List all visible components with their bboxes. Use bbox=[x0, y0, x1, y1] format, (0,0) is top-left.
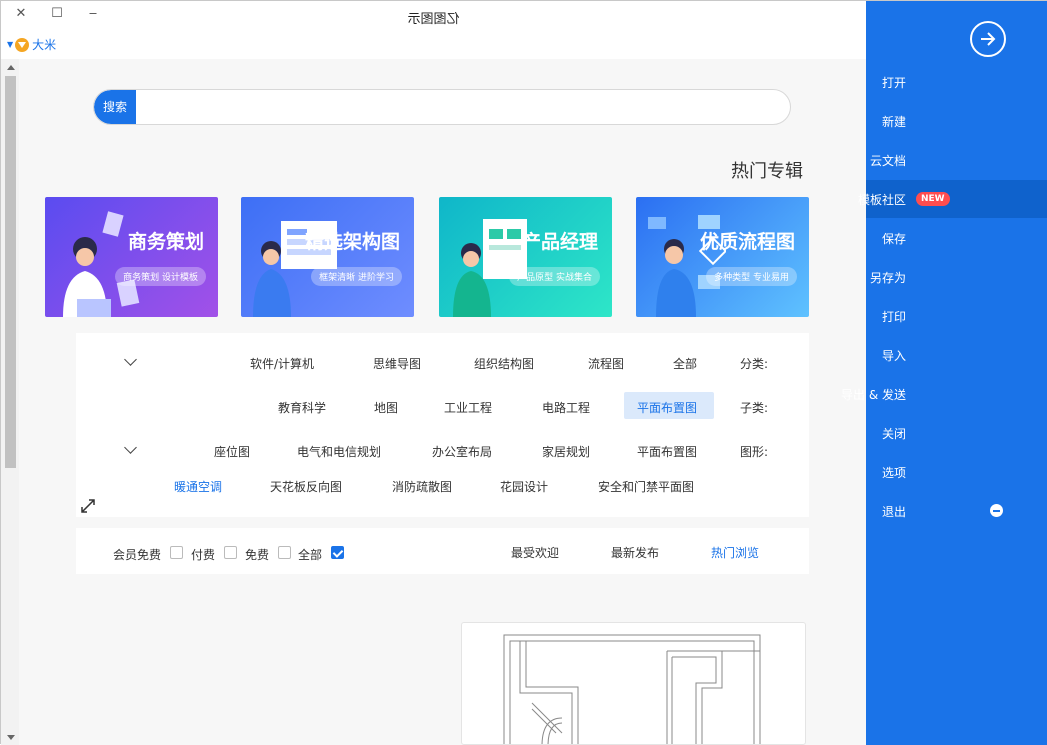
filter-subcategory-item[interactable]: 工业工程 bbox=[444, 399, 492, 416]
sidebar-item-options[interactable]: 选项 bbox=[866, 453, 1047, 491]
sidebar-item-label: 模板社区 bbox=[857, 192, 906, 207]
floor-plan-thumbnail bbox=[503, 634, 761, 744]
new-badge: NEW bbox=[916, 192, 950, 206]
arrow-right-icon bbox=[981, 32, 996, 46]
exit-icon bbox=[990, 504, 1003, 517]
filter-shape-label: 图形: bbox=[740, 445, 769, 459]
filter-subcategory-item[interactable]: 教育科学 bbox=[278, 399, 326, 416]
price-label: 付费 bbox=[191, 548, 216, 562]
filter-shape-item[interactable]: 安全和门禁平面图 bbox=[598, 478, 694, 495]
filter-shape-item[interactable]: 天花板反向图 bbox=[270, 478, 342, 495]
sidebar-item-import[interactable]: 导入 bbox=[866, 336, 1047, 374]
banner-architecture[interactable]: 精选架构图 框架清晰 进阶学习 bbox=[241, 197, 414, 317]
sidebar-item-label: 打开 bbox=[881, 75, 906, 90]
price-label: 全部 bbox=[298, 548, 323, 562]
sidebar-item-label: 打印 bbox=[881, 309, 906, 324]
filter-category-item[interactable]: 组织结构图 bbox=[474, 355, 534, 372]
filter-subcategory-item[interactable]: 平面布置图 bbox=[637, 399, 697, 416]
banner-title: 精选架构图 bbox=[304, 231, 400, 253]
vip-icon bbox=[15, 37, 30, 52]
filter-subcategory-label: 子类: bbox=[740, 401, 769, 415]
filter-shape-item[interactable]: 座位图 bbox=[214, 443, 250, 460]
sidebar-item-exit[interactable]: 退出 bbox=[866, 492, 1047, 530]
menu-bar bbox=[1, 31, 866, 59]
sort-tab[interactable]: 最新发布 bbox=[611, 544, 659, 561]
sidebar-item-new[interactable]: 新建 bbox=[866, 102, 1047, 140]
banner-flowchart[interactable]: 优质流程图 多种类型 专业易用 bbox=[636, 197, 809, 317]
hot-albums-title: 热门专辑 bbox=[731, 161, 803, 182]
filter-category-item[interactable]: 全部 bbox=[673, 355, 697, 372]
sort-tab[interactable]: 最受欢迎 bbox=[511, 544, 559, 561]
title-bar: ✕ ☐ ‒ 亿图图示 bbox=[1, 1, 866, 31]
search-button[interactable]: 搜索 bbox=[94, 90, 136, 124]
scroll-up-arrow-icon[interactable] bbox=[7, 65, 15, 70]
illustration-product-manager bbox=[453, 219, 527, 317]
sidebar-item-label: 选项 bbox=[881, 465, 906, 480]
sort-tab[interactable]: 热门浏览 bbox=[711, 544, 759, 561]
banner-subtitle: 商务策划 设计模板 bbox=[115, 267, 206, 286]
filter-shape-item[interactable]: 家居规划 bbox=[542, 443, 590, 460]
sidebar-item-close[interactable]: 关闭 bbox=[866, 414, 1047, 452]
sidebar-item-cloud-docs[interactable]: 云文档 bbox=[866, 141, 1047, 179]
sort-bar bbox=[76, 528, 809, 574]
filter-shape-item[interactable]: 暖通空调 bbox=[174, 478, 222, 495]
banner-subtitle: 框架清晰 进阶学习 bbox=[311, 267, 402, 286]
sidebar-item-save[interactable]: 保存 bbox=[866, 219, 1047, 257]
price-checkbox-member[interactable] bbox=[170, 546, 183, 559]
price-label: 免费 bbox=[245, 548, 270, 562]
filter-shape-item[interactable]: 平面布置图 bbox=[637, 443, 697, 460]
scroll-down-arrow-icon[interactable] bbox=[7, 735, 15, 740]
filter-shape-item[interactable]: 花园设计 bbox=[500, 478, 548, 495]
illustration-flowchart bbox=[648, 215, 726, 317]
price-checkbox-paid[interactable] bbox=[224, 546, 237, 559]
banner-subtitle: 产品原型 实战集合 bbox=[509, 267, 600, 286]
banner-product-manager[interactable]: 产品经理 产品原型 实战集合 bbox=[439, 197, 612, 317]
sidebar-item-print[interactable]: 打印 bbox=[866, 297, 1047, 335]
filter-subcategory-item[interactable]: 地图 bbox=[374, 399, 398, 416]
filter-shape-item[interactable]: 消防疏散图 bbox=[392, 478, 452, 495]
filter-category-item[interactable]: 思维导图 bbox=[373, 355, 421, 372]
search-input[interactable] bbox=[140, 90, 780, 124]
sidebar-item-label: 新建 bbox=[881, 114, 906, 129]
illustration-business bbox=[63, 211, 140, 317]
sidebar-item-label: 导出 & 发送 bbox=[841, 387, 906, 402]
sidebar-item-export[interactable]: 导出 & 发送 bbox=[841, 375, 1047, 413]
sidebar-item-label: 导入 bbox=[881, 348, 906, 363]
scrollbar-thumb[interactable] bbox=[5, 76, 16, 468]
sidebar-item-label: 保存 bbox=[881, 231, 906, 246]
sidebar-item-label: 关闭 bbox=[881, 426, 906, 441]
search-bar[interactable]: 搜索 bbox=[93, 89, 791, 125]
back-button[interactable] bbox=[970, 21, 1006, 57]
illustration-architecture bbox=[253, 221, 337, 317]
caret-down-icon: ▼ bbox=[7, 40, 14, 49]
window-title: 亿图图示 bbox=[407, 12, 460, 27]
sidebar-item-template-community[interactable]: 模板社区 bbox=[858, 180, 1047, 218]
filter-category-item[interactable]: 流程图 bbox=[588, 355, 624, 372]
filter-category-item[interactable]: 软件/计算机 bbox=[250, 355, 314, 372]
banner-title: 产品经理 bbox=[521, 231, 598, 253]
template-card[interactable] bbox=[461, 622, 806, 745]
banner-business[interactable]: 商务策划 商务策划 设计模板 bbox=[45, 197, 218, 317]
banner-title: 优质流程图 bbox=[699, 231, 795, 253]
sidebar-item-label: 云文档 bbox=[869, 153, 906, 168]
filter-subcategory-item[interactable]: 电路工程 bbox=[542, 399, 590, 416]
sidebar-item-label: 退出 bbox=[881, 504, 906, 519]
banner-subtitle: 多种类型 专业易用 bbox=[706, 267, 797, 286]
filter-category-label: 分类: bbox=[740, 357, 769, 371]
banner-title: 商务策划 bbox=[127, 231, 204, 253]
user-menu[interactable]: ▼ 大米 bbox=[7, 36, 56, 53]
price-label: 会员免费 bbox=[113, 548, 162, 562]
filter-shape-item[interactable]: 办公室布局 bbox=[432, 443, 492, 460]
filter-shape-item[interactable]: 电气和电信规划 bbox=[297, 443, 381, 460]
user-name: 大米 bbox=[32, 38, 57, 52]
app-window: ✕ ☐ ‒ 亿图图示 ▼ 大米 搜索 热门专辑 优质流程图 多种类型 专业易用 bbox=[0, 0, 1047, 745]
sidebar-item-label: 另存为 bbox=[869, 270, 906, 285]
price-checkbox-free[interactable] bbox=[278, 546, 291, 559]
sidebar-item-open[interactable]: 打开 bbox=[866, 63, 1047, 101]
price-checkbox-all[interactable] bbox=[331, 546, 344, 559]
expand-icon[interactable] bbox=[81, 499, 95, 513]
sidebar-item-save-as[interactable]: 另存为 bbox=[866, 258, 1047, 296]
